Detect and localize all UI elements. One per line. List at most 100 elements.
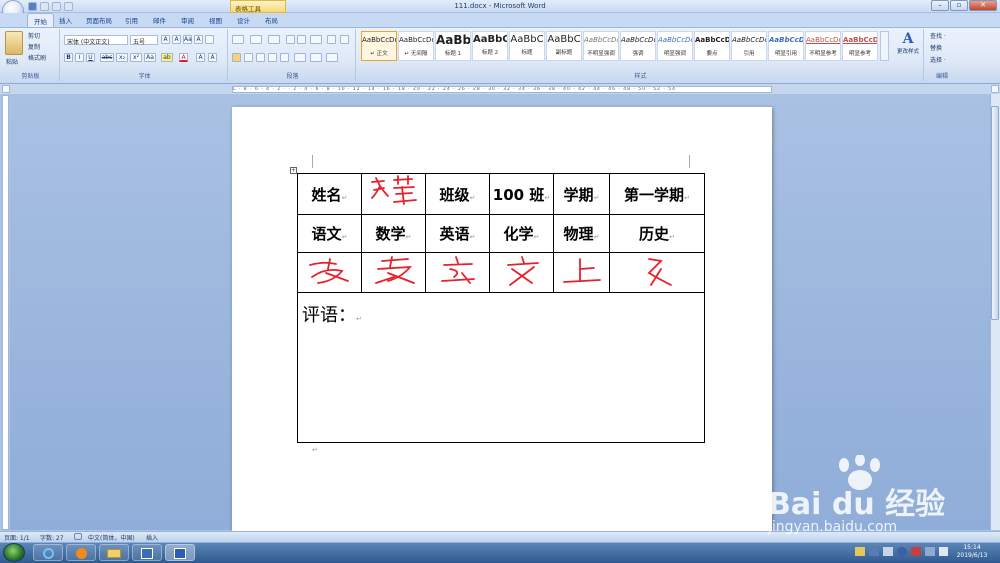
increase-indent-icon[interactable] bbox=[297, 35, 306, 44]
signature-cell[interactable] bbox=[489, 252, 554, 293]
redo-icon[interactable] bbox=[52, 2, 61, 11]
change-case-2-icon[interactable]: Aa bbox=[144, 53, 156, 62]
style-heading1[interactable]: AaBb 标题 1 bbox=[435, 31, 471, 61]
multilevel-list-icon[interactable] bbox=[268, 35, 280, 44]
decrease-indent-icon[interactable] bbox=[286, 35, 295, 44]
char-shading-icon[interactable]: A bbox=[196, 53, 205, 62]
tab-review[interactable]: 审阅 bbox=[175, 13, 200, 27]
table-cell[interactable]: 物理↵ bbox=[553, 214, 610, 253]
signature-cell[interactable] bbox=[361, 252, 426, 293]
line-spacing-icon[interactable] bbox=[294, 53, 306, 62]
change-case-icon[interactable]: Aa bbox=[183, 35, 192, 44]
table-cell[interactable]: 学期↵ bbox=[553, 173, 610, 215]
shading-icon[interactable] bbox=[310, 53, 322, 62]
style-intense-quote[interactable]: AaBbCcDd 明显引用 bbox=[768, 31, 804, 61]
font-name-box[interactable]: 宋体 (中文正文) bbox=[64, 35, 128, 46]
style-title[interactable]: AaBbC 标题 bbox=[509, 31, 545, 61]
strikethrough-icon[interactable]: abc bbox=[100, 53, 114, 62]
show-marks-icon[interactable] bbox=[340, 35, 349, 44]
style-subtle-reference[interactable]: AaBbCcDd 不明显参考 bbox=[805, 31, 841, 61]
comment-cell[interactable]: 评语：↵ bbox=[297, 292, 705, 443]
tab-page-layout[interactable]: 页面布局 bbox=[80, 13, 118, 27]
table-cell[interactable]: 班级↵ bbox=[425, 173, 490, 215]
distributed-icon[interactable] bbox=[280, 53, 289, 62]
table-cell[interactable]: 数学↵ bbox=[361, 214, 426, 253]
table-cell[interactable]: 化学↵ bbox=[489, 214, 554, 253]
tab-mailings[interactable]: 邮件 bbox=[147, 13, 172, 27]
tray-icon[interactable] bbox=[855, 547, 865, 556]
app-taskbar-icon[interactable] bbox=[132, 544, 162, 561]
format-painter-button[interactable]: 格式刷 bbox=[28, 53, 46, 62]
minimize-button[interactable]: – bbox=[931, 0, 949, 11]
undo-icon[interactable] bbox=[40, 2, 49, 11]
style-intense-reference[interactable]: AaBbCcDd 明显参考 bbox=[842, 31, 878, 61]
sort-icon[interactable] bbox=[327, 35, 336, 44]
ie-taskbar-icon[interactable] bbox=[33, 544, 63, 561]
grow-font-icon[interactable]: A bbox=[161, 35, 170, 44]
align-right-icon[interactable] bbox=[256, 53, 265, 62]
style-emphasis[interactable]: AaBbCcDd 强调 bbox=[620, 31, 656, 61]
font-size-box[interactable]: 五号 bbox=[130, 35, 158, 46]
styles-scroll-arrows[interactable] bbox=[880, 31, 889, 61]
paste-icon[interactable] bbox=[5, 31, 23, 55]
table-cell[interactable]: 历史↵ bbox=[609, 214, 705, 253]
justify-icon[interactable] bbox=[268, 53, 277, 62]
paste-label[interactable]: 粘贴 bbox=[6, 57, 18, 66]
numbering-icon[interactable] bbox=[250, 35, 262, 44]
explorer-taskbar-icon[interactable] bbox=[99, 544, 129, 561]
name-signature-cell[interactable] bbox=[361, 173, 426, 215]
style-heading2[interactable]: AaBbC 标题 2 bbox=[472, 31, 508, 61]
signature-cell[interactable] bbox=[297, 252, 362, 293]
tray-icon[interactable] bbox=[883, 547, 893, 556]
underline-icon[interactable]: U bbox=[86, 53, 95, 62]
network-tray-icon[interactable] bbox=[925, 547, 935, 556]
align-center-icon[interactable] bbox=[244, 53, 253, 62]
copy-button[interactable]: 复制 bbox=[28, 42, 40, 51]
tray-icon[interactable] bbox=[869, 547, 879, 556]
table-cell[interactable]: 第一学期↵ bbox=[609, 173, 705, 215]
borders-icon[interactable] bbox=[326, 53, 338, 62]
style-intense-emphasis[interactable]: AaBbCcDd 明显强调 bbox=[657, 31, 693, 61]
font-color-icon[interactable]: A bbox=[179, 53, 188, 62]
tab-selector-icon[interactable] bbox=[2, 85, 10, 93]
tab-home[interactable]: 开始 bbox=[27, 13, 54, 27]
align-left-icon[interactable] bbox=[232, 53, 241, 62]
replace-button[interactable]: 替换 bbox=[930, 43, 942, 52]
word-count[interactable]: 字数: 27 bbox=[40, 533, 64, 542]
subscript-icon[interactable]: x₂ bbox=[116, 53, 128, 62]
style-subtle-emphasis[interactable]: AaBbCcDd 不明显强调 bbox=[583, 31, 619, 61]
tab-design[interactable]: 设计 bbox=[231, 13, 256, 27]
style-strong[interactable]: AaBbCcDd 要点 bbox=[694, 31, 730, 61]
table-cell[interactable]: 100 班↵ bbox=[489, 173, 554, 215]
phonetic-guide-icon[interactable] bbox=[205, 35, 214, 44]
help-tray-icon[interactable] bbox=[897, 547, 907, 556]
style-subtitle[interactable]: AaBbC 副标题 bbox=[546, 31, 582, 61]
select-button[interactable]: 选择 · bbox=[930, 55, 946, 64]
bullets-icon[interactable] bbox=[232, 35, 244, 44]
table-cell[interactable]: 英语↵ bbox=[425, 214, 490, 253]
tab-view[interactable]: 视图 bbox=[203, 13, 228, 27]
language-status[interactable]: 中文(简体，中国) bbox=[88, 533, 135, 542]
start-button-icon[interactable] bbox=[3, 543, 25, 562]
signature-cell[interactable] bbox=[425, 252, 490, 293]
clock[interactable]: 15:14 2019/6/13 bbox=[950, 544, 994, 560]
char-border-icon[interactable]: A bbox=[208, 53, 217, 62]
signature-cell[interactable] bbox=[609, 252, 705, 293]
restore-button[interactable]: ▫ bbox=[950, 0, 968, 11]
highlight-icon[interactable]: ab bbox=[161, 53, 173, 62]
scrollbar-thumb[interactable] bbox=[991, 106, 999, 320]
style-no-spacing[interactable]: AaBbCcDd ↵ 无间隔 bbox=[398, 31, 434, 61]
tab-insert[interactable]: 插入 bbox=[53, 13, 78, 27]
signature-cell[interactable] bbox=[553, 252, 610, 293]
table-cell[interactable]: 语文↵ bbox=[297, 214, 362, 253]
close-button[interactable]: ✕ bbox=[969, 0, 997, 11]
customize-qat-icon[interactable] bbox=[64, 2, 73, 11]
save-icon[interactable] bbox=[28, 2, 37, 11]
table-cell[interactable]: 姓名↵ bbox=[297, 173, 362, 215]
clear-format-icon[interactable]: A bbox=[194, 35, 203, 44]
superscript-icon[interactable]: x² bbox=[130, 53, 142, 62]
table-move-handle-icon[interactable]: + bbox=[290, 167, 297, 174]
proofing-icon[interactable] bbox=[74, 533, 82, 540]
word-taskbar-icon[interactable] bbox=[165, 544, 195, 561]
italic-icon[interactable]: I bbox=[75, 53, 84, 62]
